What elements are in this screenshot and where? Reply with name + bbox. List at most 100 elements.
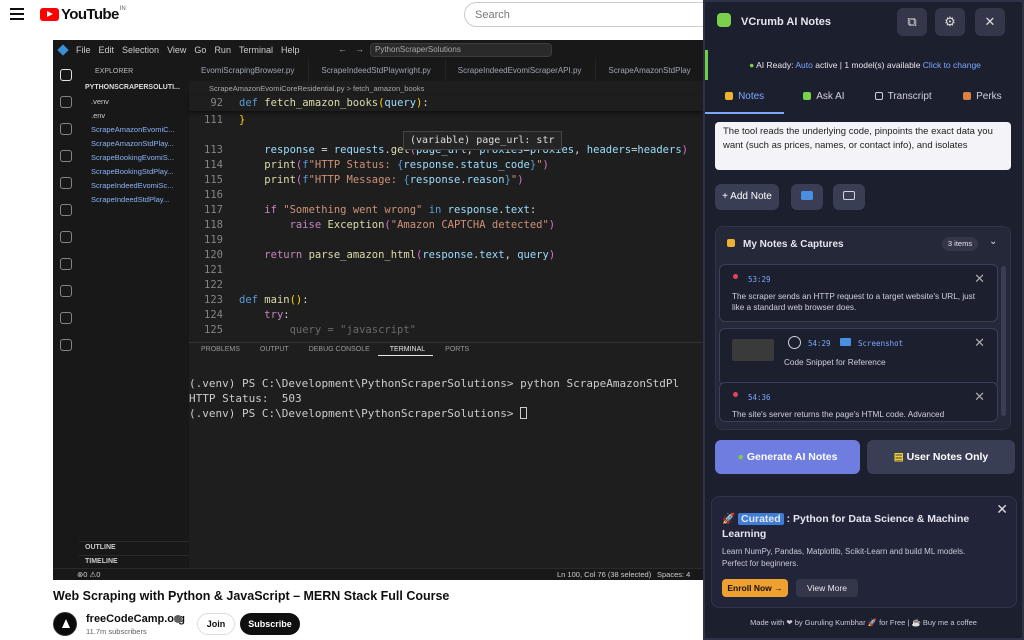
- view-more-button[interactable]: View More: [796, 579, 858, 597]
- search-input[interactable]: Search: [464, 2, 724, 27]
- status-problems: ⊗0 ⚠0: [77, 570, 101, 579]
- file-item: ScrapeAmazonEvomiC...: [91, 125, 175, 134]
- project-folder: PYTHONSCRAPERSOLUTI...: [85, 84, 180, 91]
- back-arrow-icon: ←: [338, 44, 347, 54]
- join-button[interactable]: Join: [197, 613, 235, 635]
- notes-scrollbar[interactable]: [1001, 266, 1006, 416]
- note-tag: Screenshot: [858, 339, 904, 348]
- forward-arrow-icon: →: [355, 44, 364, 54]
- screenshot-icon[interactable]: [791, 184, 823, 210]
- panel-tab-ports: PORTS: [445, 346, 470, 353]
- containers-icon: [60, 312, 72, 324]
- note-card[interactable]: 54:36 The site's server returns the page…: [719, 382, 998, 422]
- menu-file: File: [76, 45, 91, 55]
- tab-label: Transcript: [887, 91, 932, 102]
- close-icon[interactable]: ✕: [975, 8, 1005, 36]
- perks-icon: [963, 92, 972, 100]
- youtube-logo[interactable]: YouTube IN: [40, 6, 126, 23]
- tab-notes[interactable]: Notes: [705, 84, 785, 114]
- copy-icon[interactable]: ⧉: [897, 8, 927, 36]
- remote-icon: [60, 204, 72, 216]
- menu-view: View: [167, 45, 187, 55]
- promo-description: Learn NumPy, Pandas, Matplotlib, Scikit-…: [722, 547, 966, 568]
- note-text: The scraper sends an HTTP request to a t…: [732, 292, 976, 312]
- explorer-label: EXPLORER: [95, 68, 134, 75]
- status-auto: Auto: [795, 60, 813, 70]
- generate-ai-notes-button[interactable]: ● Generate AI Notes: [715, 440, 860, 474]
- outline-section: OUTLINE: [79, 541, 189, 553]
- terminal-line: (.venv) PS C:\Development\PythonScraperS…: [189, 407, 521, 420]
- note-timestamp[interactable]: 53:29: [748, 275, 771, 284]
- add-note-button[interactable]: + Add Note: [715, 184, 779, 210]
- star-icon: [60, 339, 72, 351]
- vcrumb-title: VCrumb AI Notes: [741, 16, 832, 28]
- terminal-output: (.venv) PS C:\Development\PythonScraperS…: [189, 376, 703, 421]
- status-indent: Spaces: 4: [657, 570, 691, 579]
- youtube-play-icon: [40, 8, 59, 21]
- menu-help: Help: [280, 45, 300, 55]
- screenshot-thumbnail: [732, 339, 774, 361]
- search-icon: [60, 96, 72, 108]
- generate-label: Generate AI Notes: [746, 451, 838, 463]
- note-timestamp[interactable]: 54:29: [808, 339, 831, 348]
- channel-avatar[interactable]: [53, 612, 77, 636]
- footer-credit[interactable]: Made with ❤ by Guruling Kumbhar 🚀 for Fr…: [705, 618, 1022, 627]
- panel-tab-terminal: TERMINAL: [377, 343, 434, 356]
- editor-tab: EvomiScrapingBrowser.py: [189, 60, 310, 81]
- activity-bar: [53, 60, 79, 568]
- panel-tabs: PROBLEMS OUTPUT DEBUG CONSOLE TERMINAL P…: [189, 342, 703, 356]
- channel-name[interactable]: freeCodeCamp.org: [86, 613, 185, 625]
- subscriber-count: 11.7m subscribers: [86, 627, 147, 636]
- user-notes-only-button[interactable]: ▤ User Notes Only: [867, 440, 1015, 474]
- note-text: Code Snippet for Reference: [784, 358, 886, 367]
- gear-icon[interactable]: ⚙: [935, 8, 965, 36]
- video-title: Web Scraping with Python & JavaScript – …: [53, 589, 450, 603]
- explorer-sidebar: EXPLORER PYTHONSCRAPERSOLUTI... .venv .e…: [79, 60, 189, 568]
- status-bar: ⊗0 ⚠0 Ln 100, Col 76 (38 selected) Space…: [53, 568, 703, 580]
- delete-note-icon[interactable]: ✕: [974, 389, 985, 405]
- video-player[interactable]: File Edit Selection View Go Run Terminal…: [53, 40, 703, 580]
- file-item: .env: [91, 111, 106, 120]
- note-icon: ▤: [893, 451, 904, 463]
- tab-label: Ask AI: [816, 91, 845, 102]
- terminal-cursor: [520, 407, 528, 419]
- folder-icon: [727, 239, 735, 247]
- tab-label: Notes: [738, 91, 765, 102]
- tab-transcript[interactable]: Transcript: [864, 84, 943, 114]
- close-promo-icon[interactable]: ✕: [996, 501, 1008, 518]
- clock-icon: [788, 336, 801, 349]
- delete-note-icon[interactable]: ✕: [974, 335, 985, 351]
- file-item: .venv: [91, 97, 109, 106]
- tab-ask-ai[interactable]: Ask AI: [784, 84, 863, 114]
- menu-go: Go: [194, 45, 207, 55]
- tab-label: Perks: [976, 91, 1002, 102]
- package-icon: [60, 258, 72, 270]
- delete-note-icon[interactable]: ✕: [974, 271, 985, 287]
- note-textarea[interactable]: The tool reads the underlying code, pinp…: [715, 122, 1011, 170]
- robot-icon: ●: [737, 451, 744, 463]
- run-debug-icon: [60, 150, 72, 162]
- enroll-now-button[interactable]: Enroll Now →: [722, 579, 788, 597]
- vcrumb-panel: VCrumb AI Notes ⧉ ⚙ ✕ ● AI Ready: Auto a…: [703, 0, 1024, 640]
- file-item: ScrapeIndeedStdPlay...: [91, 195, 170, 204]
- menu-edit: Edit: [98, 45, 115, 55]
- robot-icon: [803, 92, 812, 100]
- editor-tab: ScrapeAmazonStdPlay: [596, 60, 703, 81]
- tab-perks[interactable]: Perks: [943, 84, 1022, 114]
- hamburger-menu-icon[interactable]: [10, 8, 24, 20]
- breadcrumb: ScrapeAmazonEvomiCoreResidential.py > fe…: [189, 81, 703, 95]
- image-icon[interactable]: [833, 184, 865, 210]
- command-center: PythonScraperSolutions: [370, 43, 552, 57]
- change-model-link[interactable]: Click to change: [923, 60, 981, 70]
- status-cursor-position: Ln 100, Col 76 (38 selected): [557, 570, 652, 579]
- note-card[interactable]: 53:29 The scraper sends an HTTP request …: [719, 264, 998, 322]
- status-prefix: AI Ready:: [756, 60, 794, 70]
- note-timestamp[interactable]: 54:36: [748, 393, 771, 402]
- ai-status-bar: ● AI Ready: Auto active | 1 model(s) ava…: [705, 50, 1022, 80]
- extensions-icon: [60, 177, 72, 189]
- logo-text: YouTube: [61, 6, 119, 23]
- file-item: ScrapeAmazonStdPlay...: [91, 139, 174, 148]
- note-card[interactable]: 54:29 Screenshot Code Snippet for Refere…: [719, 328, 998, 386]
- chevron-down-icon[interactable]: ⌄: [989, 236, 997, 247]
- subscribe-button[interactable]: Subscribe: [240, 613, 300, 635]
